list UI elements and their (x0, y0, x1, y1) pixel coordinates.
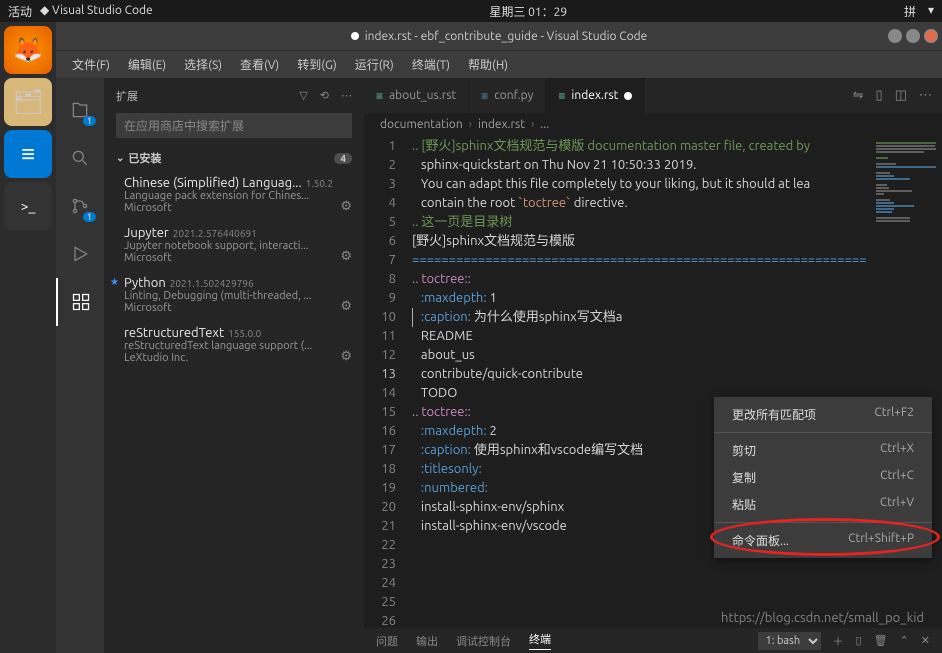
preview-icon[interactable]: ▯ (876, 88, 883, 103)
explorer-icon[interactable]: 1 (56, 86, 104, 134)
window-title: index.rst - ebf_contribute_guide - Visua… (365, 30, 648, 43)
breadcrumb-item[interactable]: documentation (380, 118, 463, 131)
os-top-bar: 活动 ◆ Visual Studio Code 星期三 01：29 拼 ▾ (0, 0, 942, 22)
maximize-panel-icon[interactable]: ⌃ (900, 634, 909, 647)
system-tray[interactable]: ▾ (928, 3, 934, 20)
context-menu-item[interactable]: 复制Ctrl+C (714, 464, 932, 491)
file-icon: ≡ (481, 89, 488, 103)
breadcrumb-item[interactable]: index.rst (478, 118, 525, 131)
breadcrumb-item[interactable]: ... (540, 118, 549, 131)
extension-item[interactable]: Chinese (Simplified) Languag...1.50.2Lan… (104, 170, 364, 220)
minimize-button[interactable] (888, 29, 902, 43)
explorer-badge: 1 (83, 116, 96, 126)
compare-icon[interactable]: ⇋ (853, 88, 864, 103)
sidebar-title-label: 扩展 (116, 88, 138, 104)
installed-section[interactable]: ⌄ 已安装 4 (104, 146, 364, 170)
filter-icon[interactable]: ▽ (299, 89, 307, 102)
line-numbers: 1234567891011121314151617181920212223242… (364, 135, 412, 627)
context-menu-item[interactable]: 更改所有匹配项Ctrl+F2 (714, 401, 932, 428)
gear-icon[interactable]: ⚙ (340, 249, 352, 264)
split-icon[interactable]: ◫ (895, 88, 907, 103)
dirty-dot-icon (351, 32, 359, 40)
activity-bar: 1 1 (56, 78, 104, 653)
extension-item[interactable]: ★Python2021.1.502429796Linting, Debuggin… (104, 270, 364, 320)
terminal-select[interactable]: 1: bash (758, 632, 821, 650)
panel-tab[interactable]: 问题 (376, 633, 398, 649)
menu-bar: 文件(F)编辑(E)选择(S)查看(V)转到(G)运行(R)终端(T)帮助(H) (56, 50, 942, 78)
menu-item[interactable]: 文件(F) (64, 52, 118, 77)
menu-item[interactable]: 运行(R) (347, 52, 402, 77)
clock[interactable]: 星期三 01：29 (153, 3, 904, 20)
installed-count-badge: 4 (334, 153, 352, 164)
gear-icon[interactable]: ⚙ (340, 199, 352, 214)
menu-item[interactable]: 帮助(H) (460, 52, 516, 77)
file-icon: ≡ (558, 89, 565, 103)
chevron-down-icon: ⌄ (116, 152, 124, 164)
panel-tabs: 问题 输出 调试控制台 终端 1: bash ＋ ▯ 🗑 ⌃ ✕ (364, 627, 942, 653)
search-icon[interactable] (56, 134, 104, 182)
breadcrumb[interactable]: documentation›index.rst›... (364, 113, 942, 135)
menu-item[interactable]: 终端(T) (404, 52, 458, 77)
panel-tab[interactable]: 终端 (529, 631, 551, 650)
ime-indicator[interactable]: 拼 (904, 3, 916, 20)
editor-tab[interactable]: ≡conf.py (469, 78, 546, 113)
extensions-icon[interactable] (56, 278, 104, 326)
scm-badge: 1 (83, 212, 96, 222)
file-icon: ≡ (376, 89, 383, 103)
kill-terminal-icon[interactable]: 🗑 (874, 634, 888, 647)
menu-item[interactable]: 查看(V) (232, 52, 287, 77)
maximize-button[interactable] (906, 29, 920, 43)
panel-tab[interactable]: 调试控制台 (456, 633, 511, 649)
dock-files-icon[interactable]: 🗂 (4, 78, 52, 126)
dirty-indicator-icon (624, 92, 632, 100)
dock-firefox-icon[interactable]: 🦊 (4, 26, 52, 74)
source-control-icon[interactable]: 1 (56, 182, 104, 230)
split-terminal-icon[interactable]: ▯ (856, 634, 862, 647)
panel-tab[interactable]: 输出 (416, 633, 438, 649)
recommended-star-icon: ★ (110, 276, 119, 288)
vscode-window: index.rst - ebf_contribute_guide - Visua… (56, 22, 942, 653)
sidebar: 扩展 ▽ ⟲ ⋯ 在应用商店中搜索扩展 ⌄ 已安装 4 Chinese (Sim… (104, 78, 364, 653)
editor-tab[interactable]: ≡index.rst (546, 78, 645, 113)
close-panel-icon[interactable]: ✕ (921, 634, 930, 647)
extension-list: Chinese (Simplified) Languag...1.50.2Lan… (104, 170, 364, 370)
editor-tabs: ≡about_us.rst≡conf.py≡index.rst ⇋ ▯ ◫ ⋯ (364, 78, 942, 113)
tab-actions: ⇋ ▯ ◫ ⋯ (843, 78, 942, 113)
editor-area: ≡about_us.rst≡conf.py≡index.rst ⇋ ▯ ◫ ⋯ … (364, 78, 942, 653)
menu-item[interactable]: 选择(S) (176, 52, 230, 77)
window-controls (888, 29, 938, 43)
context-menu-item[interactable]: 粘贴Ctrl+V (714, 491, 932, 518)
title-bar: index.rst - ebf_contribute_guide - Visua… (56, 22, 942, 50)
new-terminal-icon[interactable]: ＋ (833, 633, 844, 649)
editor-tab[interactable]: ≡about_us.rst (364, 78, 469, 113)
gear-icon[interactable]: ⚙ (340, 349, 352, 364)
context-menu: 更改所有匹配项Ctrl+F2 剪切Ctrl+X复制Ctrl+C粘贴Ctrl+V 命令… (714, 397, 932, 558)
more-icon[interactable]: ⋯ (341, 89, 352, 102)
app-indicator[interactable]: ◆ Visual Studio Code (40, 3, 153, 20)
run-debug-icon[interactable] (56, 230, 104, 278)
gear-icon[interactable]: ⚙ (340, 299, 352, 314)
dock-vscode-icon[interactable]: ≡ (4, 130, 52, 178)
menu-item[interactable]: 转到(G) (289, 52, 345, 77)
extension-item[interactable]: Jupyter2021.2.576440691Jupyter notebook … (104, 220, 364, 270)
context-menu-item[interactable]: 命令面板...Ctrl+Shift+P (714, 527, 932, 554)
more-actions-icon[interactable]: ⋯ (919, 88, 932, 103)
clear-icon[interactable]: ⟲ (320, 89, 329, 102)
sidebar-title: 扩展 ▽ ⟲ ⋯ (104, 78, 364, 113)
activities-label[interactable]: 活动 (8, 3, 32, 20)
dock-terminal-icon[interactable]: >_ (4, 182, 52, 230)
extension-search-input[interactable]: 在应用商店中搜索扩展 (116, 113, 352, 138)
menu-item[interactable]: 编辑(E) (120, 52, 174, 77)
installed-label: 已安装 (128, 150, 161, 166)
dock: 🦊 🗂 ≡ >_ (0, 22, 56, 653)
extension-item[interactable]: reStructuredText155.0.0reStructuredText … (104, 320, 364, 370)
watermark: https://blog.csdn.net/small_po_kid (721, 611, 924, 625)
context-menu-item[interactable]: 剪切Ctrl+X (714, 437, 932, 464)
close-button[interactable] (924, 29, 938, 43)
